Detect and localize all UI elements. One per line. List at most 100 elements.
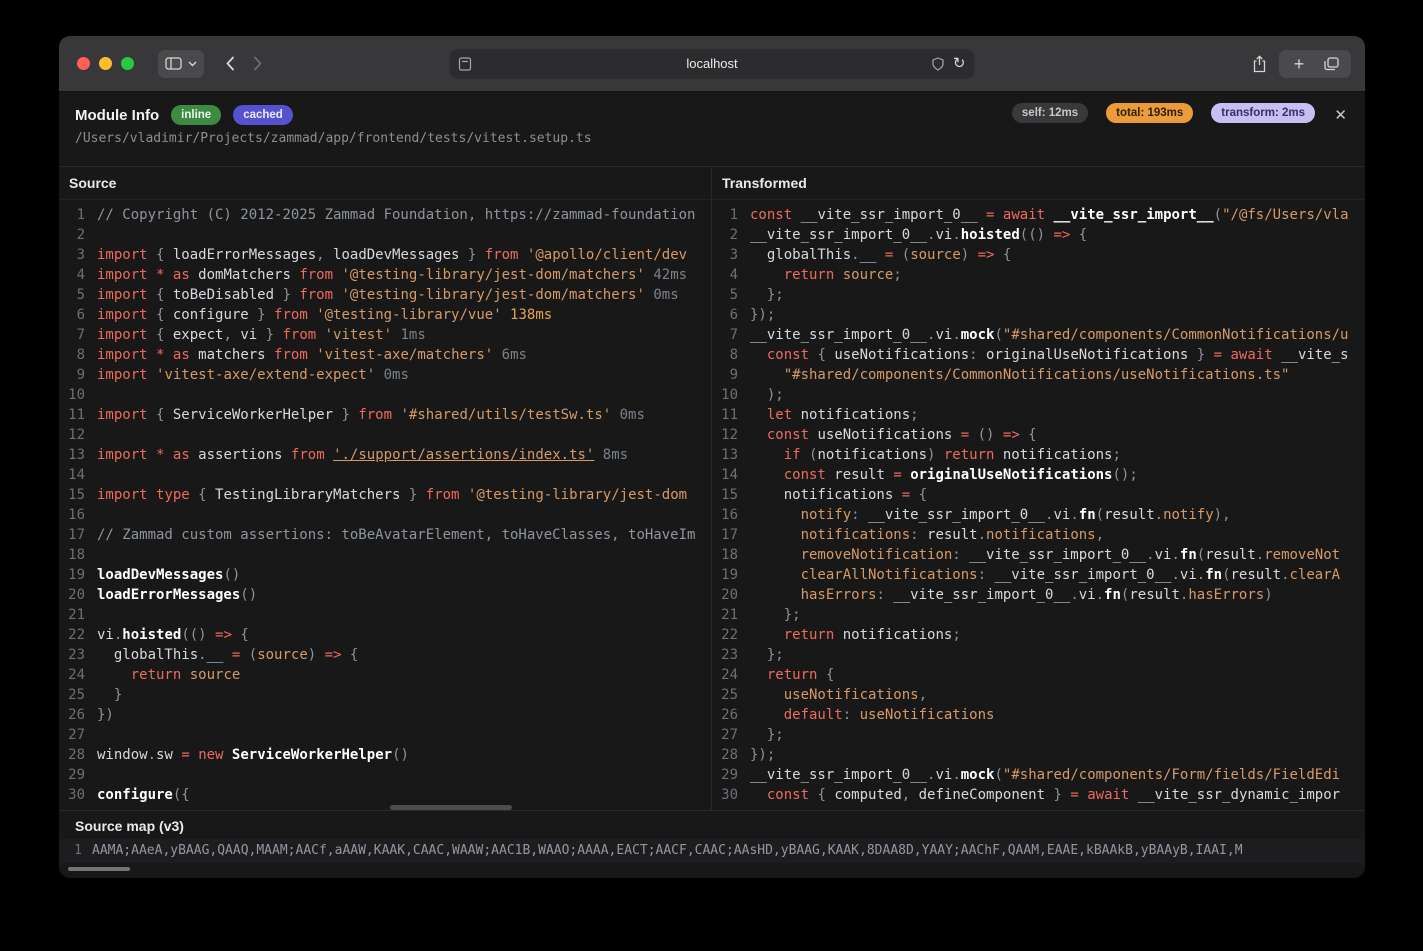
module-badges: inlinecached xyxy=(171,105,293,125)
line-number: 21 xyxy=(712,605,738,625)
chevron-down-icon xyxy=(188,61,197,67)
line-number: 4 xyxy=(712,265,738,285)
line-number: 30 xyxy=(712,785,738,805)
line-number: 27 xyxy=(59,725,85,745)
line-number: 8 xyxy=(712,345,738,365)
code-line: 19loadDevMessages() xyxy=(59,565,711,585)
line-number: 20 xyxy=(59,585,85,605)
line-number: 10 xyxy=(59,385,85,405)
line-number: 1 xyxy=(59,205,85,225)
window-zoom-button[interactable] xyxy=(121,57,134,70)
reload-button[interactable]: ↻ xyxy=(953,56,966,71)
line-number: 29 xyxy=(712,765,738,785)
code-line: 15 notifications = { xyxy=(712,485,1365,505)
line-number: 28 xyxy=(712,745,738,765)
line-number: 7 xyxy=(59,325,85,345)
source-panel-title: Source xyxy=(59,167,711,200)
code-line: 5import { toBeDisabled } from '@testing-… xyxy=(59,285,711,305)
browser-toolbar: localhost ↻ xyxy=(59,36,1365,92)
line-number: 17 xyxy=(59,525,85,545)
line-number: 13 xyxy=(59,445,85,465)
code-line: 13 if (notifications) return notificatio… xyxy=(712,445,1365,465)
line-number: 19 xyxy=(59,565,85,585)
code-line: 23 globalThis.__ = (source) => { xyxy=(59,645,711,665)
line-number: 19 xyxy=(712,565,738,585)
line-number: 21 xyxy=(59,605,85,625)
tab-controls: + xyxy=(1279,50,1351,78)
source-code: 1// Copyright (C) 2012-2025 Zammad Found… xyxy=(59,200,711,810)
code-line: 5 }; xyxy=(712,285,1365,305)
code-line: 11import { ServiceWorkerHelper } from '#… xyxy=(59,405,711,425)
line-number: 27 xyxy=(712,725,738,745)
tab-overview-icon xyxy=(1324,57,1339,71)
line-number: 12 xyxy=(59,425,85,445)
code-line: 25 } xyxy=(59,685,711,705)
line-number: 30 xyxy=(59,785,85,805)
window-minimize-button[interactable] xyxy=(99,57,112,70)
history-nav xyxy=(226,56,262,71)
line-number: 3 xyxy=(712,245,738,265)
code-line: 12 xyxy=(59,425,711,445)
privacy-report-icon[interactable] xyxy=(932,57,945,71)
code-line: 28window.sw = new ServiceWorkerHelper() xyxy=(59,745,711,765)
module-info-header: Module Info inlinecached self: 12mstotal… xyxy=(59,92,1365,167)
code-line: 7__vite_ssr_import_0__.vi.mock("#shared/… xyxy=(712,325,1365,345)
sidebar-menu-button[interactable] xyxy=(188,61,197,67)
code-line: 22 return notifications; xyxy=(712,625,1365,645)
sourcemap-scrollbar[interactable] xyxy=(68,867,130,871)
code-line: 15import type { TestingLibraryMatchers }… xyxy=(59,485,711,505)
line-number: 7 xyxy=(712,325,738,345)
line-number: 23 xyxy=(712,645,738,665)
code-line: 13import * as assertions from './support… xyxy=(59,445,711,465)
source-panel: Source 1// Copyright (C) 2012-2025 Zamma… xyxy=(59,167,712,810)
line-number: 6 xyxy=(712,305,738,325)
window-close-button[interactable] xyxy=(77,57,90,70)
line-number: 18 xyxy=(59,545,85,565)
new-tab-button[interactable]: + xyxy=(1283,50,1315,78)
line-number: 5 xyxy=(712,285,738,305)
code-line: 27 }; xyxy=(712,725,1365,745)
close-button[interactable]: ✕ xyxy=(1330,102,1351,128)
back-button[interactable] xyxy=(226,56,235,71)
code-line: 18 xyxy=(59,545,711,565)
horizontal-scrollbar[interactable] xyxy=(390,805,512,810)
code-line: 26 default: useNotifications xyxy=(712,705,1365,725)
sourcemap-mappings: AAMA;AAeA,yBAAG,QAAQ,MAAM;AACf,aAAW,KAAK… xyxy=(92,843,1243,858)
line-number: 12 xyxy=(712,425,738,445)
code-line: 16 notify: __vite_ssr_import_0__.vi.fn(r… xyxy=(712,505,1365,525)
line-number: 2 xyxy=(59,225,85,245)
code-line: 30configure({ xyxy=(59,785,711,805)
timing-badges: self: 12mstotal: 193mstransform: 2ms xyxy=(1012,103,1315,123)
code-line: 3import { loadErrorMessages, loadDevMess… xyxy=(59,245,711,265)
share-button[interactable] xyxy=(1252,55,1267,73)
line-number: 13 xyxy=(712,445,738,465)
line-number: 25 xyxy=(712,685,738,705)
code-line: 10 ); xyxy=(712,385,1365,405)
timing-badge: self: 12ms xyxy=(1012,103,1088,123)
line-number: 14 xyxy=(59,465,85,485)
line-number: 26 xyxy=(59,705,85,725)
code-line: 4import * as domMatchers from '@testing-… xyxy=(59,265,711,285)
forward-button[interactable] xyxy=(253,56,262,71)
line-number: 24 xyxy=(712,665,738,685)
line-number: 10 xyxy=(712,385,738,405)
line-number: 22 xyxy=(712,625,738,645)
module-path: /Users/vladimir/Projects/zammad/app/fron… xyxy=(59,128,1365,146)
address-bar[interactable]: localhost ↻ xyxy=(450,49,975,79)
tab-overview-button[interactable] xyxy=(1315,50,1347,78)
code-line: 9import 'vitest-axe/extend-expect' 0ms xyxy=(59,365,711,385)
line-number: 1 xyxy=(712,205,738,225)
module-link[interactable]: './support/assertions/index.ts' xyxy=(333,447,594,463)
code-line: 9 "#shared/components/CommonNotification… xyxy=(712,365,1365,385)
code-line: 29 xyxy=(59,765,711,785)
line-number: 8 xyxy=(59,345,85,365)
line-number: 22 xyxy=(59,625,85,645)
code-line: 28}); xyxy=(712,745,1365,765)
reader-icon[interactable] xyxy=(459,57,472,71)
code-line: 14 xyxy=(59,465,711,485)
page-title: Module Info xyxy=(75,107,159,124)
sidebar-toggle-button[interactable] xyxy=(165,57,182,70)
line-number: 28 xyxy=(59,745,85,765)
code-line: 17 notifications: result.notifications, xyxy=(712,525,1365,545)
code-line: 16 xyxy=(59,505,711,525)
